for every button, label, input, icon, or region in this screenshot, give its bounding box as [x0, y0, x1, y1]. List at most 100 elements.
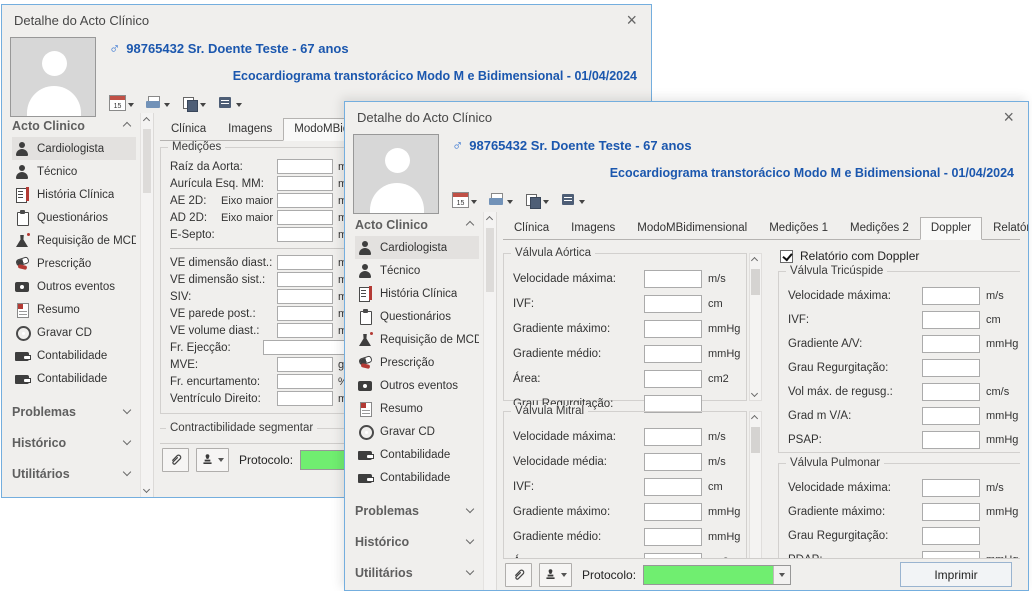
sidebar-item[interactable]: Técnico	[355, 259, 479, 282]
value-input[interactable]	[922, 503, 980, 521]
value-input[interactable]	[644, 428, 702, 446]
sidebar-item[interactable]: Requisição de MCDTs	[12, 229, 136, 252]
value-input[interactable]	[644, 270, 702, 288]
sidebar-item[interactable]: História Clínica	[355, 282, 479, 305]
scroll-thumb[interactable]	[143, 129, 151, 193]
value-input[interactable]	[644, 295, 702, 313]
sidebar-scrollbar[interactable]	[483, 212, 497, 590]
scroll-up-icon[interactable]	[751, 415, 758, 422]
sidebar-section[interactable]: Dados Pessoais	[12, 489, 136, 497]
value-input[interactable]	[277, 272, 333, 287]
sidebar-item[interactable]: Contabilidade	[355, 466, 479, 489]
value-input[interactable]	[277, 227, 333, 242]
calendar-button[interactable]: 15	[452, 192, 477, 208]
sidebar-item[interactable]: Outros eventos	[12, 275, 136, 298]
value-input[interactable]	[277, 374, 333, 389]
value-input[interactable]	[277, 255, 333, 270]
calendar-button[interactable]: 15	[109, 95, 134, 111]
value-input[interactable]	[922, 335, 980, 353]
sidebar-item[interactable]: Resumo	[355, 397, 479, 420]
sidebar-item[interactable]: Requisição de MCDTs	[355, 328, 479, 351]
value-input[interactable]	[922, 479, 980, 497]
value-input[interactable]	[922, 431, 980, 449]
tab[interactable]: Clínica	[503, 217, 560, 240]
imprimir-button[interactable]: Imprimir	[900, 562, 1012, 587]
sidebar-header[interactable]: Acto Clinico	[12, 115, 136, 137]
sidebar-item[interactable]: Resumo	[12, 298, 136, 321]
sidebar-scrollbar[interactable]	[140, 113, 154, 497]
sidebar-item[interactable]: Questionários	[12, 206, 136, 229]
value-input[interactable]	[644, 453, 702, 471]
sidebar-section[interactable]: Dados Pessoais	[355, 588, 479, 590]
value-input[interactable]	[922, 407, 980, 425]
value-input[interactable]	[277, 306, 333, 321]
value-input[interactable]	[644, 370, 702, 388]
value-input[interactable]	[644, 478, 702, 496]
combo-dropdown-button[interactable]	[773, 566, 790, 584]
value-input[interactable]	[644, 345, 702, 363]
stamp-button[interactable]	[196, 448, 229, 472]
sidebar-item[interactable]: Questionários	[355, 305, 479, 328]
value-input[interactable]	[277, 159, 333, 174]
sidebar-item[interactable]: Gravar CD	[355, 420, 479, 443]
scroll-down-icon[interactable]	[751, 390, 758, 397]
value-input[interactable]	[277, 176, 333, 191]
sidebar-section[interactable]: Histórico	[12, 427, 136, 458]
value-input[interactable]	[644, 503, 702, 521]
value-input[interactable]	[644, 320, 702, 338]
value-input[interactable]	[277, 357, 333, 372]
sidebar-item[interactable]: Contabilidade	[355, 443, 479, 466]
sidebar-item[interactable]: Cardiologista	[12, 137, 136, 160]
sidebar-item[interactable]: Contabilidade	[12, 367, 136, 390]
sidebar-section[interactable]: Problemas	[12, 396, 136, 427]
scroll-up-icon[interactable]	[751, 257, 758, 264]
value-input[interactable]	[922, 527, 980, 545]
tab[interactable]: Medições 1	[758, 217, 839, 240]
tab[interactable]: Imagens	[560, 217, 626, 240]
sidebar-section[interactable]: Histórico	[355, 526, 479, 557]
copy-button[interactable]	[524, 192, 549, 208]
value-input[interactable]	[922, 287, 980, 305]
scroll-thumb[interactable]	[751, 269, 760, 295]
value-input[interactable]	[922, 311, 980, 329]
group-scrollbar[interactable]	[749, 411, 762, 558]
tab[interactable]: Imagens	[217, 118, 283, 141]
sidebar-header[interactable]: Acto Clinico	[355, 214, 479, 236]
sidebar-item[interactable]: Outros eventos	[355, 374, 479, 397]
value-input[interactable]	[922, 551, 980, 558]
print-button[interactable]	[488, 192, 513, 208]
scroll-up-icon[interactable]	[143, 117, 150, 124]
sidebar-item[interactable]: Prescrição	[12, 252, 136, 275]
value-input[interactable]	[277, 193, 333, 208]
notes-button[interactable]	[560, 192, 585, 208]
sidebar-item[interactable]: Prescrição	[355, 351, 479, 374]
tab[interactable]: Doppler	[920, 217, 982, 240]
sidebar-section[interactable]: Utilitários	[12, 458, 136, 489]
scroll-down-icon[interactable]	[143, 486, 150, 493]
value-input[interactable]	[277, 289, 333, 304]
print-button[interactable]	[145, 95, 170, 111]
value-input[interactable]	[922, 383, 980, 401]
tab[interactable]: Relatório	[982, 217, 1028, 240]
sidebar-item[interactable]: Técnico	[12, 160, 136, 183]
tab[interactable]: Medições 2	[839, 217, 920, 240]
attach-button[interactable]	[162, 448, 189, 472]
tab[interactable]: Clínica	[160, 118, 217, 141]
sidebar-section[interactable]: Problemas	[355, 495, 479, 526]
group-scrollbar[interactable]	[749, 253, 762, 401]
copy-button[interactable]	[181, 95, 206, 111]
tab[interactable]: ModoMBidimensional	[626, 217, 758, 240]
scroll-thumb[interactable]	[486, 228, 494, 292]
notes-button[interactable]	[217, 95, 242, 111]
scroll-up-icon[interactable]	[486, 216, 493, 223]
value-input[interactable]	[644, 528, 702, 546]
sidebar-item[interactable]: Cardiologista	[355, 236, 479, 259]
doppler-report-checkbox[interactable]	[780, 250, 793, 263]
value-input[interactable]	[277, 210, 333, 225]
sidebar-item[interactable]: História Clínica	[12, 183, 136, 206]
value-input[interactable]	[277, 323, 333, 338]
scroll-thumb[interactable]	[751, 427, 760, 453]
value-input[interactable]	[277, 391, 333, 406]
attach-button[interactable]	[505, 563, 532, 587]
sidebar-item[interactable]: Contabilidade	[12, 344, 136, 367]
